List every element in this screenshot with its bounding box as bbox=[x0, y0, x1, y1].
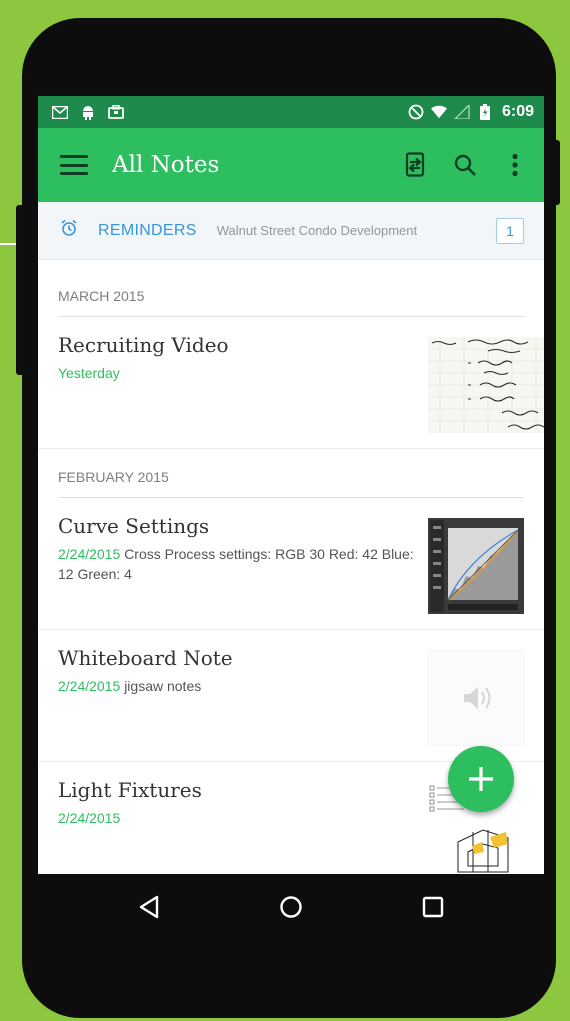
note-title: Recruiting Video bbox=[58, 333, 229, 357]
app-screen: 6:09 All Notes REMINDERS Walnut Street C… bbox=[38, 96, 544, 874]
gmail-icon bbox=[52, 105, 68, 119]
note-date: 2/24/2015 bbox=[58, 678, 121, 694]
note-title: Whiteboard Note bbox=[58, 646, 233, 670]
note-date: 2/24/2015 bbox=[58, 546, 121, 562]
reminders-count-badge: 1 bbox=[496, 217, 524, 244]
note-title: Curve Settings bbox=[58, 514, 210, 538]
add-note-button[interactable] bbox=[448, 746, 514, 812]
note-title: Light Fixtures bbox=[58, 778, 202, 802]
status-bar: 6:09 bbox=[38, 96, 544, 128]
note-thumbnail-curves bbox=[428, 518, 524, 614]
reminders-preview: Walnut Street Condo Development bbox=[216, 223, 418, 238]
page-title: All Notes bbox=[112, 152, 220, 178]
wifi-icon bbox=[430, 105, 447, 119]
alarm-icon bbox=[60, 219, 78, 242]
note-item[interactable]: Curve Settings 2/24/2015 Cross Process s… bbox=[38, 498, 544, 630]
more-vert-icon[interactable] bbox=[500, 150, 530, 180]
status-time: 6:09 bbox=[501, 103, 534, 120]
note-item[interactable]: Recruiting Video Yesterday bbox=[38, 317, 544, 449]
battery-icon bbox=[477, 104, 493, 120]
phone-volume-button bbox=[16, 205, 28, 375]
plus-icon bbox=[469, 767, 493, 791]
note-thumbnail-audio bbox=[428, 650, 524, 746]
recents-icon[interactable] bbox=[413, 887, 453, 927]
system-nav-bar bbox=[38, 874, 544, 940]
note-snippet: jigsaw notes bbox=[124, 678, 202, 694]
phone-power-button bbox=[550, 140, 560, 205]
signal-icon bbox=[454, 105, 470, 119]
app-bar: All Notes bbox=[38, 128, 544, 202]
search-icon[interactable] bbox=[450, 150, 480, 180]
android-icon bbox=[80, 105, 96, 120]
note-date: 2/24/2015 bbox=[58, 810, 121, 826]
reminders-label: REMINDERS bbox=[98, 221, 197, 239]
note-item[interactable]: Whiteboard Note 2/24/2015 jigsaw notes bbox=[38, 630, 544, 762]
section-header: MARCH 2015 bbox=[38, 260, 544, 317]
do-not-disturb-icon bbox=[408, 104, 424, 120]
note-thumbnail-handwriting bbox=[428, 337, 544, 433]
back-icon[interactable] bbox=[129, 887, 169, 927]
briefcase-icon bbox=[108, 105, 124, 119]
home-icon[interactable] bbox=[271, 887, 311, 927]
note-date: Yesterday bbox=[58, 365, 120, 381]
menu-icon[interactable] bbox=[60, 155, 88, 175]
reminders-bar[interactable]: REMINDERS Walnut Street Condo Developmen… bbox=[38, 202, 544, 260]
sync-icon[interactable] bbox=[400, 150, 430, 180]
section-header: FEBRUARY 2015 bbox=[38, 449, 544, 498]
